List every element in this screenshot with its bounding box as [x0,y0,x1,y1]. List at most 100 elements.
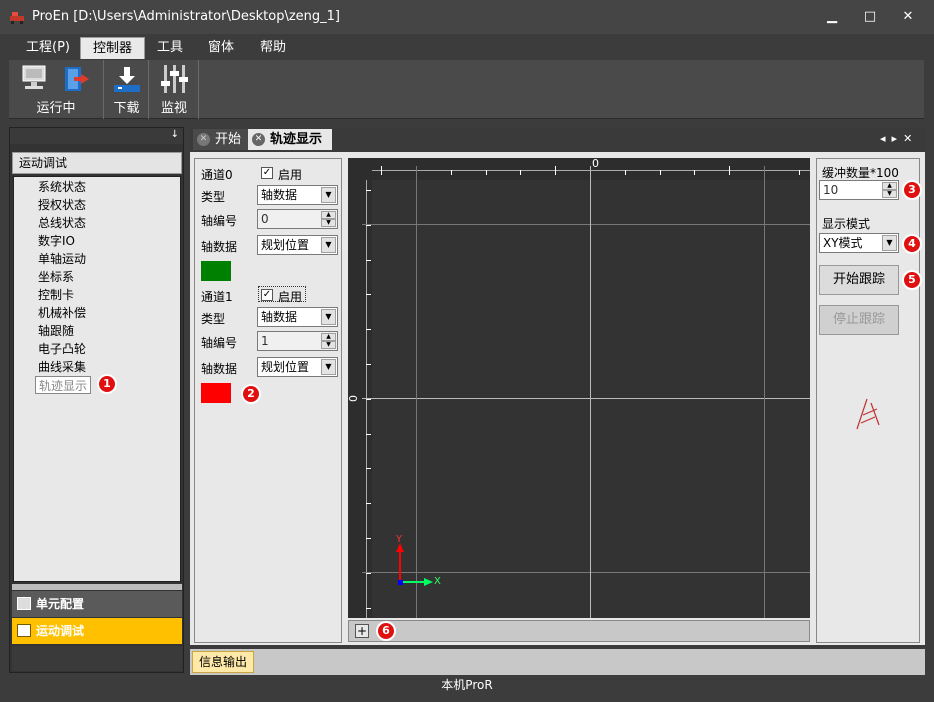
bottom-tab-strip: 信息输出 [190,649,925,675]
title-bar: ProEn [D:\Users\Administrator\Desktop\ze… [0,0,934,34]
channel1-enable-checkbox[interactable]: ✓ [261,289,273,301]
tab-prev-icon[interactable]: ◂ [880,132,892,145]
tree-item-e-cam[interactable]: 电子凸轮 [38,340,86,358]
grid-h-1 [362,224,810,225]
channel0-label: 通道0 [201,168,233,182]
tab-start-close-icon[interactable]: ✕ [197,133,210,146]
start-tracking-button[interactable]: 开始跟踪 [819,265,899,295]
tree-item-single-axis[interactable]: 单轴运动 [38,250,86,268]
channel1-enable-label: 启用 [278,290,303,304]
menu-window[interactable]: 窗体 [196,37,246,59]
y-tick [366,433,371,435]
channel1-axis-data-value: 规划位置 [261,360,310,374]
main-area: ✕ 开始 ✕ 轨迹显示 ◂▸✕ 通道0 ✓ 启用 类型 轴数据 ▼ 轴编号 0 ▲ ▼… [190,128,925,675]
sliders-icon [160,63,190,98]
computer-icon [21,65,47,96]
tree-item-mech-comp[interactable]: 机械补偿 [38,304,86,322]
chevron-down-icon: ▼ [321,237,336,253]
tree-item-curve-capture[interactable]: 曲线采集 [38,358,86,376]
window-title: ProEn [D:\Users\Administrator\Desktop\ze… [32,9,340,24]
menu-help[interactable]: 帮助 [248,37,298,59]
channel1-axis-no-label: 轴编号 [201,336,238,350]
channel-config-panel: 通道0 ✓ 启用 类型 轴数据 ▼ 轴编号 0 ▲ ▼ 轴数据 规划位置 ▼ 通道1 ✓… [194,158,342,643]
channel0-enable-label: 启用 [278,168,303,182]
menu-tools[interactable]: 工具 [145,37,195,59]
menu-controller[interactable]: 控制器 [80,37,146,59]
plot-area[interactable]: 0 0 Y X [347,157,810,618]
pin-icon[interactable]: ↓ [171,129,179,140]
menu-project[interactable]: 工程(P) [14,37,82,59]
y-tick [366,468,371,470]
channel1-axis-data-label: 轴数据 [201,362,238,376]
maximize-button[interactable]: □ [855,6,885,28]
channel0-type-label: 类型 [201,190,226,204]
tree-item-trajectory[interactable]: 轨迹显示 [35,376,92,394]
spin-up-icon[interactable]: ▲ [882,182,897,190]
tab-nav: ◂▸✕ [880,132,918,145]
tree-item-system-status[interactable]: 系统状态 [38,178,86,196]
tree-item-bus-status[interactable]: 总线状态 [38,214,86,232]
channel1-type-select[interactable]: 轴数据 ▼ [257,307,338,327]
close-button[interactable]: ✕ [893,6,923,28]
channel1-axis-data-select[interactable]: 规划位置 ▼ [257,357,338,377]
tab-page-trajectory: 通道0 ✓ 启用 类型 轴数据 ▼ 轴编号 0 ▲ ▼ 轴数据 规划位置 ▼ 通道1 ✓… [190,152,925,645]
y-tick [366,259,371,261]
spin-down-icon[interactable]: ▼ [882,190,897,198]
channel1-color-swatch[interactable] [201,383,231,403]
download-icon [112,65,142,96]
spin-down-icon[interactable]: ▼ [321,341,336,349]
section-unit-config[interactable]: 单元配置 [12,591,182,617]
buffer-spinner[interactable]: 10 ▲ ▼ [819,180,899,200]
stop-tracking-button[interactable]: 停止跟踪 [819,305,899,335]
ribbon-group-run[interactable]: 运行中 [9,60,104,119]
channel1-axis-no-spinner[interactable]: 1 ▲ ▼ [257,331,338,351]
output-tab[interactable]: 信息输出 [192,651,255,673]
axis-y-label: Y [396,534,403,545]
menu-bar: 工程(P) 控制器 工具 窗体 帮助 [0,34,934,60]
ribbon-group-download[interactable]: 下载 [105,60,149,119]
annotation-badge-6: 6 [376,621,396,641]
tab-close-all-icon[interactable]: ✕ [903,132,918,145]
section-unit-config-label: 单元配置 [36,597,85,611]
splitter[interactable] [12,584,182,590]
x-zero-label: 0 [592,157,599,170]
tab-trajectory-close-icon[interactable]: ✕ [252,133,265,146]
grid-h-0 [362,398,810,399]
chevron-down-icon: ▼ [321,309,336,325]
spin-up-icon[interactable]: ▲ [321,211,336,219]
left-panel: ↓ 运动调试 系统状态 授权状态 总线状态 数字IO 单轴运动 坐标系 控制卡 … [9,127,184,673]
spin-up-icon[interactable]: ▲ [321,333,336,341]
ribbon-group-monitor[interactable]: 监视 [150,60,199,119]
channel0-color-swatch[interactable] [201,261,231,281]
tree-item-axis-follow[interactable]: 轴跟随 [38,322,74,340]
channel0-enable-checkbox[interactable]: ✓ [261,167,273,179]
exit-door-icon [61,65,91,96]
tree-item-control-card[interactable]: 控制卡 [38,286,74,304]
tree-item-license-status[interactable]: 授权状态 [38,196,86,214]
display-mode-select[interactable]: XY模式 ▼ [819,233,899,253]
y-tick [366,607,371,609]
chevron-down-icon: ▼ [882,235,897,251]
annotation-badge-1: 1 [97,374,117,394]
y-tick [366,190,371,191]
tree-item-digital-io[interactable]: 数字IO [38,232,75,250]
channel0-axis-data-value: 规划位置 [261,238,310,252]
y-tick [366,329,371,331]
ribbon-label-monitor: 监视 [160,101,187,116]
x-tick [555,166,557,175]
channel1-type-label: 类型 [201,312,226,326]
add-button[interactable]: + [355,624,369,638]
channel0-type-select[interactable]: 轴数据 ▼ [257,185,338,205]
minimize-button[interactable]: ▁ [817,6,847,28]
tab-trajectory[interactable]: ✕ 轨迹显示 [248,129,333,150]
section-motion-debug[interactable]: 运动调试 [12,618,182,644]
tab-start[interactable]: ✕ 开始 [193,129,252,150]
channel0-axis-no-spinner[interactable]: 0 ▲ ▼ [257,209,338,229]
channel0-axis-data-select[interactable]: 规划位置 ▼ [257,235,338,255]
tree-item-coord-system[interactable]: 坐标系 [38,268,74,286]
tab-next-icon[interactable]: ▸ [892,132,904,145]
spin-down-icon[interactable]: ▼ [321,219,336,227]
ribbon: 运行中 下载 监视 [9,60,924,119]
buffer-value: 10 [823,183,839,197]
status-bar: 本机ProR [0,675,934,695]
